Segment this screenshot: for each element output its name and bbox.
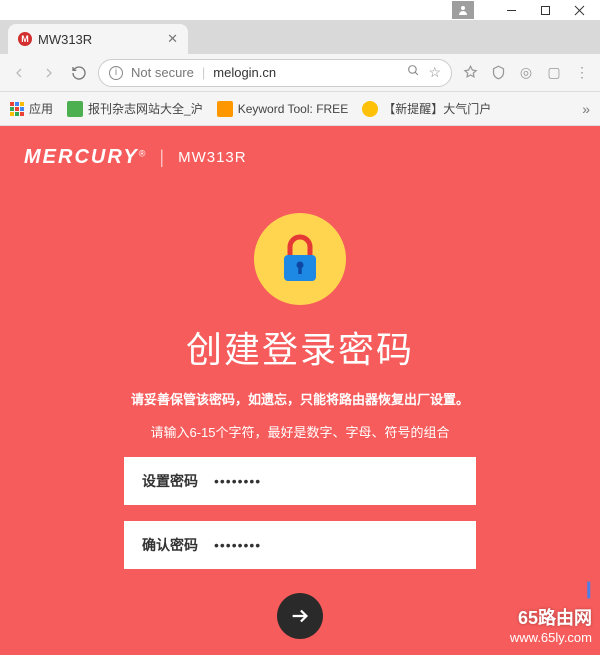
- watermark-symbol: Ⅰ: [510, 578, 592, 604]
- security-status: Not secure: [131, 65, 194, 80]
- window-minimize-button[interactable]: [494, 0, 528, 20]
- bookmark-label: Keyword Tool: FREE: [238, 102, 349, 116]
- extension-shield-icon[interactable]: [488, 63, 508, 83]
- bookmark-apps[interactable]: 应用: [10, 100, 53, 117]
- bookmark-label: 应用: [29, 100, 53, 117]
- extension-circle-icon[interactable]: ◎: [516, 63, 536, 83]
- next-button[interactable]: [277, 593, 323, 639]
- menu-button[interactable]: ⋮: [572, 63, 592, 83]
- bookmark-item[interactable]: Keyword Tool: FREE: [217, 101, 349, 117]
- reload-button[interactable]: [68, 62, 90, 84]
- window-maximize-button[interactable]: [528, 0, 562, 20]
- bookmarks-more-icon[interactable]: »: [582, 101, 590, 117]
- star-icon[interactable]: ☆: [428, 64, 441, 81]
- search-icon[interactable]: [407, 64, 420, 81]
- bookmark-favicon-icon: [362, 101, 378, 117]
- warning-note: 请妥善保管该密码，如遗忘，只能将路由器恢复出厂设置。: [131, 389, 469, 408]
- back-button[interactable]: [8, 62, 30, 84]
- tab-bar: M MW313R ✕: [0, 20, 600, 54]
- bookmark-favicon-icon: [217, 101, 233, 117]
- watermark: Ⅰ 65路由网 www.65ly.com: [510, 578, 592, 645]
- brand-model: MW313R: [178, 149, 247, 166]
- extension-box-icon[interactable]: ▢: [544, 63, 564, 83]
- watermark-url: www.65ly.com: [510, 630, 592, 645]
- lock-icon: [254, 213, 346, 305]
- registered-icon: ®: [139, 149, 146, 159]
- confirm-password-input[interactable]: [214, 537, 458, 553]
- confirm-password-field[interactable]: 确认密码: [124, 521, 476, 569]
- field-label: 确认密码: [142, 535, 214, 555]
- input-hint: 请输入6-15个字符，最好是数字、字母、符号的组合: [150, 422, 449, 441]
- watermark-title: 65路由网: [510, 604, 592, 630]
- bookmark-item[interactable]: 【新提醒】大气门户: [362, 100, 491, 117]
- set-password-field[interactable]: 设置密码: [124, 457, 476, 505]
- bookmark-label: 【新提醒】大气门户: [383, 100, 491, 117]
- extension-paint-icon[interactable]: [460, 63, 480, 83]
- info-icon[interactable]: i: [109, 66, 123, 80]
- browser-tab[interactable]: M MW313R ✕: [8, 24, 188, 54]
- brand-logo: MERCURY: [24, 146, 139, 168]
- set-password-input[interactable]: [214, 473, 458, 489]
- bookmark-label: 报刊杂志网站大全_沪: [88, 100, 203, 117]
- address-bar[interactable]: i Not secure | melogin.cn ☆: [98, 59, 452, 87]
- browser-toolbar: i Not secure | melogin.cn ☆ ◎ ▢ ⋮: [0, 54, 600, 92]
- forward-button[interactable]: [38, 62, 60, 84]
- field-label: 设置密码: [142, 471, 214, 491]
- bookmarks-bar: 应用 报刊杂志网站大全_沪 Keyword Tool: FREE 【新提醒】大气…: [0, 92, 600, 126]
- window-close-button[interactable]: [562, 0, 596, 20]
- brand-header: MERCURY® | MW313R: [0, 146, 600, 169]
- window-titlebar: [0, 0, 600, 20]
- bookmark-item[interactable]: 报刊杂志网站大全_沪: [67, 100, 203, 117]
- page-content: MERCURY® | MW313R 创建登录密码 请妥善保管该密码，如遗忘，只能…: [0, 126, 600, 655]
- tab-close-icon[interactable]: ✕: [167, 31, 178, 47]
- url-text: melogin.cn: [213, 65, 399, 80]
- tab-title: MW313R: [38, 32, 161, 47]
- tab-favicon-icon: M: [18, 32, 32, 46]
- bookmark-favicon-icon: [67, 101, 83, 117]
- page-title: 创建登录密码: [186, 321, 414, 373]
- user-badge-icon[interactable]: [452, 1, 474, 19]
- apps-grid-icon: [10, 102, 24, 116]
